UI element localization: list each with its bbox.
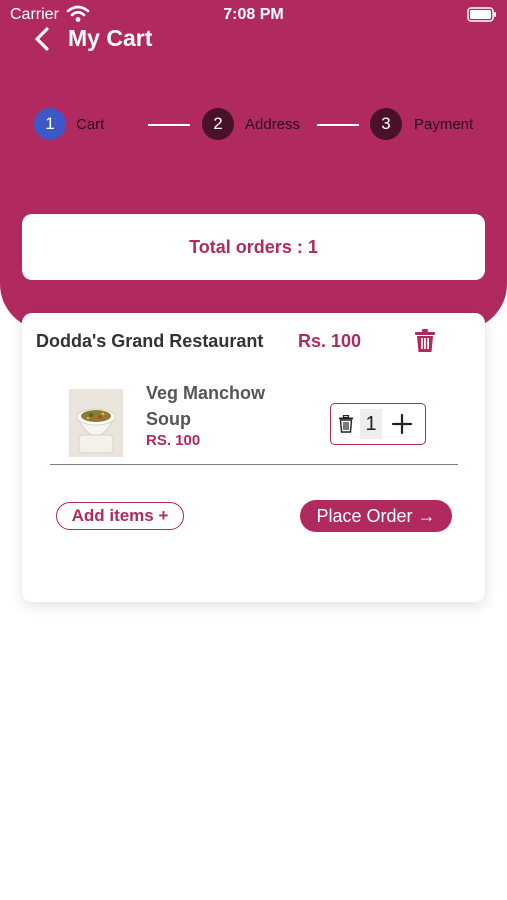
trash-icon[interactable] (338, 415, 354, 433)
battery-icon (467, 7, 496, 22)
plus-icon[interactable] (391, 413, 413, 435)
step-1-label: Cart (76, 116, 105, 133)
status-time: 7:08 PM (223, 6, 284, 23)
step-connector (317, 124, 359, 126)
step-2-circle: 2 (202, 108, 234, 140)
page-title: My Cart (68, 25, 153, 51)
total-orders-card: Total orders : 1 (22, 214, 485, 280)
item-name: Veg Manchow Soup (146, 383, 266, 429)
checkout-stepper: 1 Cart 2 Address 3 Payment (0, 108, 507, 144)
step-2-label: Address (245, 116, 301, 133)
restaurant-name: Dodda's Grand Restaurant (36, 331, 264, 351)
cart-screen: Carrier 7:08 PM My Cart 1 Cart 2 Address… (0, 0, 507, 900)
order-card: Dodda's Grand Restaurant Rs. 100 Veg Man… (22, 313, 485, 602)
divider (50, 464, 458, 465)
step-connector (148, 124, 190, 126)
step-3-circle: 3 (370, 108, 402, 140)
quantity-stepper: 1 (330, 403, 426, 445)
restaurant-total-price: Rs. 100 (298, 331, 362, 351)
total-orders-text: Total orders : 1 (189, 236, 318, 257)
add-items-button[interactable]: Add items + (56, 502, 184, 530)
item-price: RS. 100 (146, 432, 201, 449)
food-image (69, 389, 123, 457)
chevron-left-icon[interactable] (32, 26, 54, 52)
step-3-label: Payment (414, 116, 474, 133)
quantity-value: 1 (360, 409, 382, 439)
place-order-button[interactable]: Place Order → (300, 500, 452, 532)
step-1-circle: 1 (34, 108, 66, 140)
trash-icon[interactable] (414, 329, 436, 353)
